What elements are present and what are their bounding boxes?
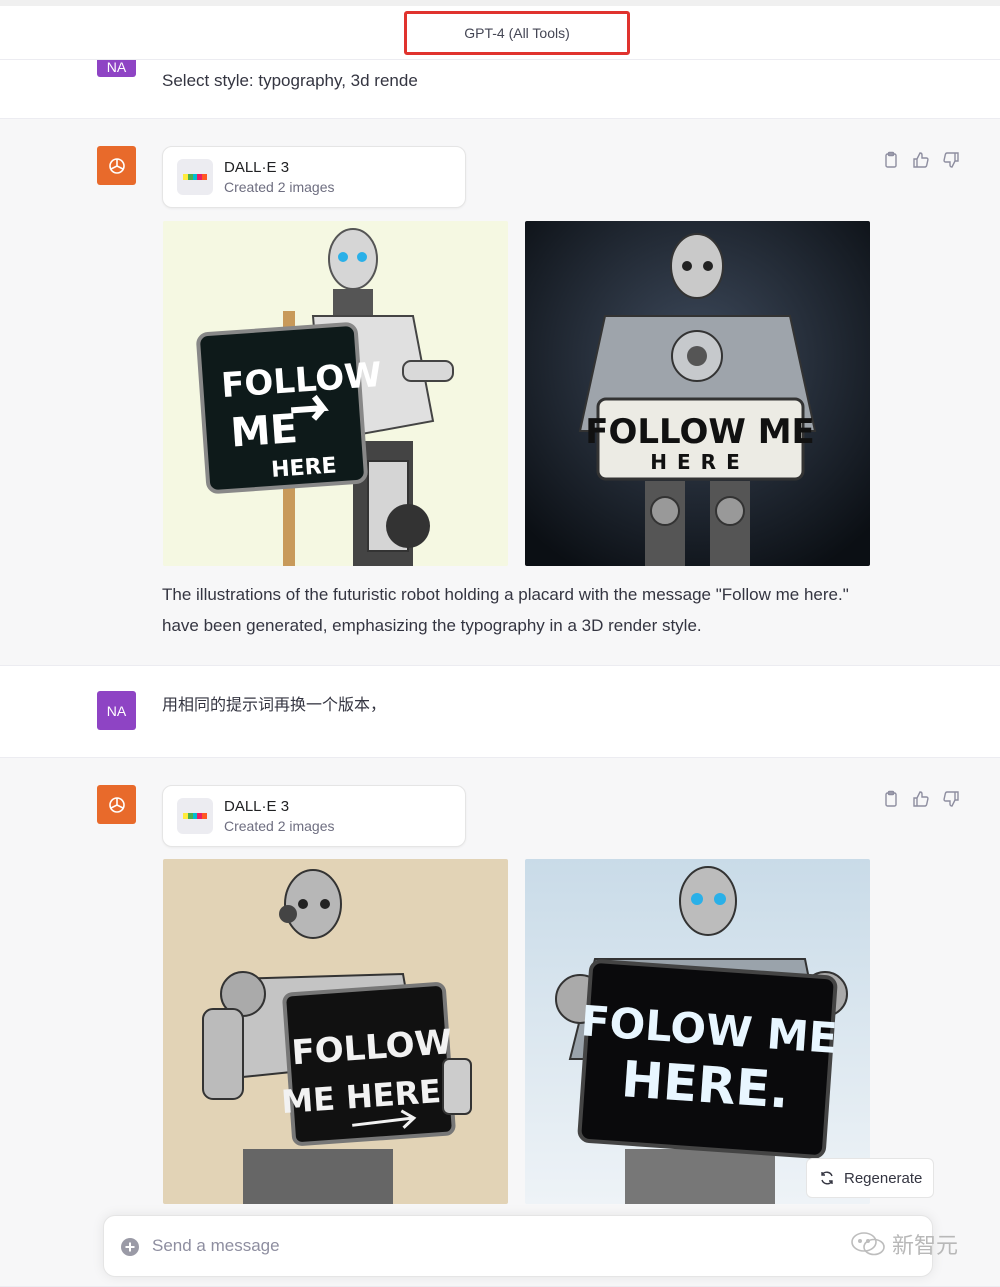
generated-image[interactable]: FOLLOW ME HERE (525, 221, 870, 566)
user-message-text: 用相同的提示词再换一个版本， (162, 695, 387, 714)
assistant-message-row: DALL·E 3 Created 2 images FOLLOW ME HERE… (0, 757, 1000, 1287)
clipboard-icon[interactable] (882, 790, 900, 808)
assistant-text-line: have been generated, emphasizing the typ… (162, 616, 702, 635)
sign-text-line: HERE (650, 450, 749, 474)
regenerate-label: Regenerate (844, 1169, 923, 1187)
thumbs-up-icon[interactable] (912, 151, 930, 169)
user-message-row: NA Select style: typography, 3d rende (0, 52, 1000, 118)
sign-text-line: HERE (270, 453, 337, 483)
message-composer[interactable]: Send a message (103, 1215, 933, 1277)
refresh-icon (821, 1171, 833, 1185)
assistant-text-line: The illustrations of the futuristic robo… (162, 585, 849, 604)
thumbs-down-icon[interactable] (942, 151, 960, 169)
openai-logo-icon (97, 785, 136, 824)
dalle-tool-card[interactable]: DALL·E 3 Created 2 images (162, 146, 466, 208)
dalle-icon (177, 798, 213, 834)
message-input[interactable]: Send a message (152, 1236, 280, 1256)
generated-image[interactable]: FOLLOW ME HERE (163, 221, 508, 566)
watermark: 新智元 (850, 1228, 958, 1260)
watermark-text: 新智元 (892, 1234, 959, 1259)
user-message-row: NA 用相同的提示词再换一个版本， (0, 666, 1000, 757)
tool-status: Created 2 images (224, 818, 335, 834)
model-title[interactable]: GPT-4 (All Tools) (404, 11, 630, 55)
user-avatar: NA (97, 691, 136, 730)
regenerate-button[interactable]: Regenerate (806, 1158, 934, 1198)
top-bar: GPT-4 (All Tools) (0, 0, 1000, 60)
wechat-icon (851, 1232, 885, 1256)
generated-image[interactable]: FOLLOW ME HERE.. (163, 859, 508, 1204)
thumbs-up-icon[interactable] (912, 790, 930, 808)
dalle-icon (177, 159, 213, 195)
clipboard-icon[interactable] (882, 151, 900, 169)
dalle-tool-card[interactable]: DALL·E 3 Created 2 images (162, 785, 466, 847)
sign-text-line: ME (229, 406, 299, 457)
generated-image[interactable]: FOLOW ME HERE. (525, 859, 870, 1204)
tool-name: DALL·E 3 (224, 798, 290, 815)
sign-text-line: FOLLOW ME (585, 412, 815, 452)
tool-status: Created 2 images (224, 179, 335, 195)
user-message-text: Select style: typography, 3d rende (162, 71, 418, 90)
message-actions (882, 151, 960, 169)
sign-text-line: HERE. (620, 1050, 791, 1120)
assistant-message-row: DALL·E 3 Created 2 images FOLLOW ME HERE (0, 118, 1000, 666)
openai-logo-icon (97, 146, 136, 185)
message-actions (882, 790, 960, 808)
tool-name: DALL·E 3 (224, 159, 290, 176)
thumbs-down-icon[interactable] (942, 790, 960, 808)
plus-circle-icon[interactable] (120, 1237, 140, 1257)
